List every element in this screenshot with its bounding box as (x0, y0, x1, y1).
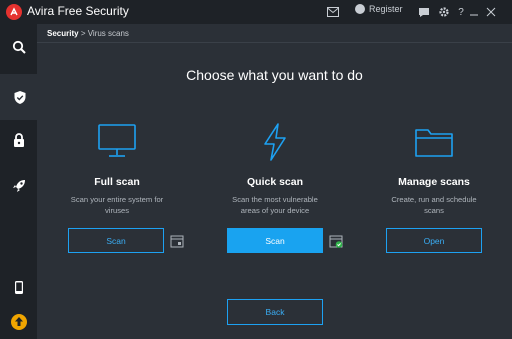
sidebar-item-security[interactable] (0, 74, 37, 120)
full-scan-description: Scan your entire system for viruses (37, 194, 197, 216)
quick-scan-desc-line1: Scan the most vulnerable (232, 195, 318, 204)
lock-icon (13, 132, 24, 147)
folder-icon (354, 120, 512, 164)
mail-icon[interactable] (326, 5, 340, 19)
quick-scan-option: Quick scan Scan the most vulnerable area… (195, 120, 355, 216)
sidebar (0, 24, 37, 339)
chat-icon[interactable] (417, 5, 431, 19)
full-scan-option: Full scan Scan your entire system for vi… (37, 120, 197, 216)
manage-scans-desc-line2: scans (424, 206, 444, 215)
manage-scans-option: Manage scans Create, run and schedule sc… (354, 120, 512, 216)
sidebar-item-privacy[interactable] (0, 123, 37, 157)
full-scan-button[interactable]: Scan (68, 228, 164, 253)
avira-logo-icon (6, 4, 22, 20)
breadcrumb-root[interactable]: Security (47, 29, 79, 38)
app-title: Avira Free Security (27, 4, 129, 18)
quick-scan-description: Scan the most vulnerable areas of your d… (195, 194, 355, 216)
manage-scans-title: Manage scans (398, 176, 470, 188)
breadcrumb-separator: > (80, 29, 86, 38)
register-button[interactable]: Register (355, 4, 403, 14)
sidebar-item-performance[interactable] (0, 169, 37, 203)
search-icon (12, 40, 26, 54)
full-scan-desc-line1: Scan your entire system for (70, 195, 164, 204)
minimize-icon[interactable] (467, 5, 481, 19)
sidebar-item-search[interactable] (0, 30, 37, 64)
breadcrumb-current: Virus scans (87, 29, 129, 38)
manage-scans-open-button[interactable]: Open (386, 228, 482, 253)
gear-icon[interactable] (437, 5, 451, 19)
monitor-icon (37, 120, 197, 164)
title-bar: Avira Free Security Register ? (0, 0, 512, 24)
close-icon[interactable] (484, 5, 498, 19)
schedule-full-scan-icon[interactable] (170, 234, 184, 248)
back-button[interactable]: Back (227, 299, 323, 325)
register-label: Register (369, 4, 403, 14)
rocket-icon (12, 180, 25, 192)
sidebar-item-mobile[interactable] (0, 270, 37, 304)
header-divider (37, 42, 512, 43)
shield-icon (14, 90, 25, 104)
user-icon (355, 4, 365, 14)
breadcrumb: Security > Virus scans (47, 29, 129, 38)
full-scan-desc-line2: viruses (104, 206, 130, 215)
quick-scan-desc-line2: areas of your device (240, 206, 310, 215)
manage-scans-description: Create, run and schedule scans (354, 194, 512, 216)
phone-icon (14, 280, 23, 294)
page-title: Choose what you want to do (186, 67, 363, 83)
upgrade-icon (10, 314, 27, 330)
lightning-icon (195, 120, 355, 164)
help-icon[interactable]: ? (454, 5, 468, 19)
quick-scan-button[interactable]: Scan (227, 228, 323, 253)
sidebar-item-upgrade[interactable] (0, 305, 37, 339)
quick-scan-title: Quick scan (246, 176, 304, 188)
full-scan-title: Full scan (94, 176, 140, 188)
schedule-quick-scan-icon[interactable] (329, 234, 343, 248)
manage-scans-desc-line1: Create, run and schedule (391, 195, 477, 204)
